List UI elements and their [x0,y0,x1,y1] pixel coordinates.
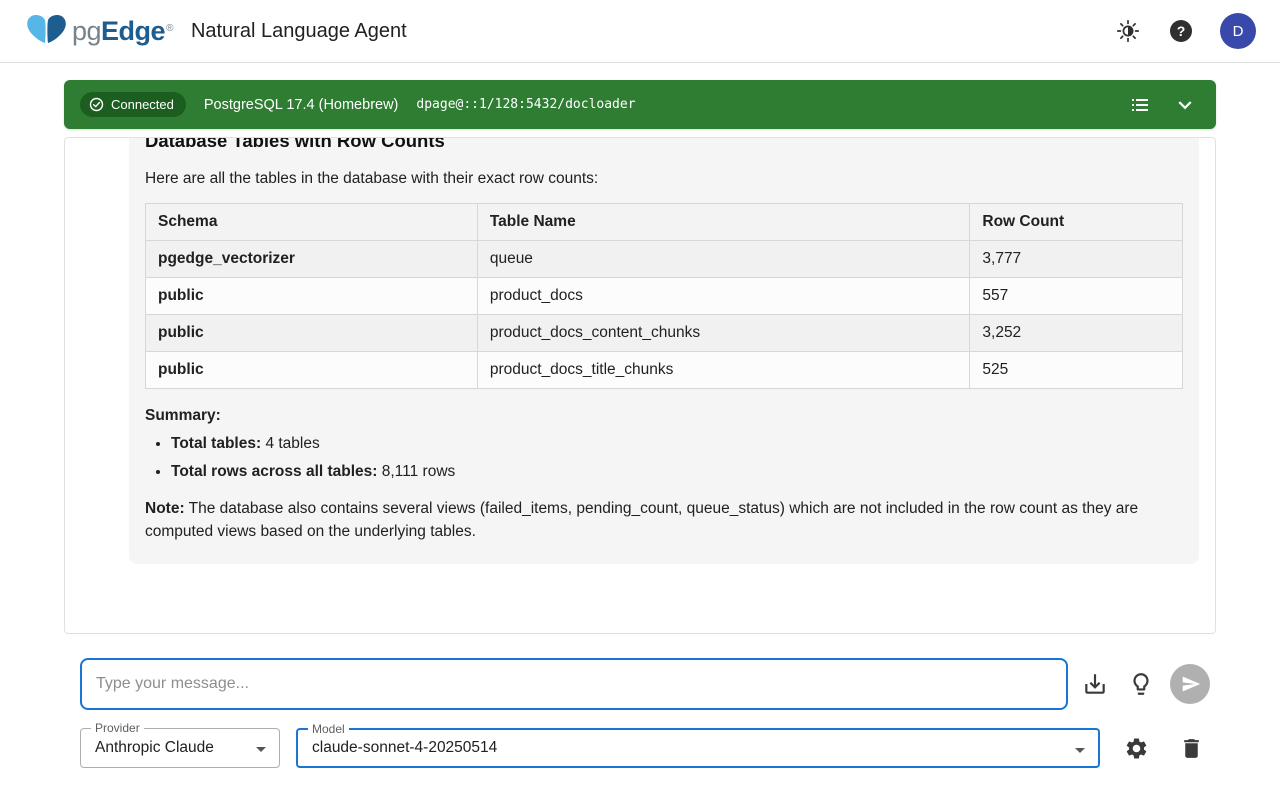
model-select-value: claude-sonnet-4-20250514 [312,739,497,757]
send-button[interactable] [1170,664,1210,704]
pgedge-logo: pgEdge® [24,12,173,50]
cell-schema: public [146,352,478,389]
cell-schema: pgedge_vectorizer [146,241,478,278]
bullet-text: 8,111 rows [377,463,455,480]
download-button[interactable] [1080,669,1110,699]
list-icon [1128,93,1152,117]
model-select-label: Model [308,722,349,736]
provider-select-value: Anthropic Claude [95,739,214,757]
column-header-schema: Schema [146,204,478,241]
table-header-row: Schema Table Name Row Count [146,204,1183,241]
chat-scroll-area[interactable]: Database Tables with Row Counts Here are… [64,137,1216,634]
pgedge-wordmark: pgEdge® [72,16,173,47]
message-intro: Here are all the tables in the database … [145,170,1183,188]
connection-status-label: Connected [111,97,174,112]
help-button[interactable]: ? [1168,18,1194,44]
cell-row-count: 3,777 [970,241,1183,278]
clear-chat-button[interactable] [1177,734,1206,763]
model-select[interactable]: Model claude-sonnet-4-20250514 [296,728,1100,768]
summary-heading: Summary: [145,407,1183,425]
db-tables-table: Schema Table Name Row Count pgedge_vecto… [145,203,1183,389]
cell-row-count: 525 [970,352,1183,389]
cell-row-count: 557 [970,278,1183,315]
connection-bar-actions [1126,90,1200,120]
provider-select[interactable]: Provider Anthropic Claude [80,728,280,768]
bullet-label: Total rows across all tables: [171,463,377,480]
lightbulb-icon [1128,671,1154,697]
connection-list-button[interactable] [1126,91,1154,119]
app-header: pgEdge® Natural Language Agent [0,0,1280,63]
cell-table-name: product_docs_title_chunks [477,352,970,389]
check-circle-icon [89,97,104,112]
caret-down-icon [1068,738,1092,762]
provider-select-label: Provider [91,721,144,735]
connection-string: dpage@::1/128:5432/docloader [416,97,635,112]
column-header-row-count: Row Count [970,204,1183,241]
connection-expand-button[interactable] [1170,90,1200,120]
cell-table-name: product_docs_content_chunks [477,315,970,352]
connection-bar: Connected PostgreSQL 17.4 (Homebrew) dpa… [64,80,1216,129]
chevron-down-icon [1172,92,1198,118]
cell-table-name: queue [477,241,970,278]
cell-schema: public [146,315,478,352]
connection-status-badge: Connected [80,92,186,117]
cell-row-count: 3,252 [970,315,1183,352]
pgedge-logo-icon [24,12,70,50]
download-icon [1082,671,1108,697]
main-column: Connected PostgreSQL 17.4 (Homebrew) dpa… [64,80,1216,768]
summary-list: Total tables: 4 tables Total rows across… [145,435,1183,481]
assistant-message: Database Tables with Row Counts Here are… [129,137,1199,564]
help-icon: ? [1170,20,1192,42]
prompt-ideas-button[interactable] [1126,669,1156,699]
note-label: Note: [145,500,185,517]
cell-table-name: product_docs [477,278,970,315]
bullet-text: 4 tables [261,435,320,452]
theme-toggle-icon [1116,19,1140,43]
trash-icon [1179,736,1204,761]
list-item: Total tables: 4 tables [171,435,1183,453]
message-input[interactable] [80,658,1068,710]
composer-row [64,658,1216,710]
send-icon [1181,674,1201,694]
theme-toggle-button[interactable] [1114,17,1142,45]
page-title: Natural Language Agent [191,20,407,43]
caret-down-icon [249,737,273,761]
table-row: public product_docs_title_chunks 525 [146,352,1183,389]
note-text: The database also contains several views… [145,500,1138,540]
note-paragraph: Note: The database also contains several… [145,497,1183,544]
message-heading: Database Tables with Row Counts [145,137,1183,152]
list-item: Total rows across all tables: 8,111 rows [171,463,1183,481]
server-version-label: PostgreSQL 17.4 (Homebrew) [204,97,399,113]
table-row: public product_docs_content_chunks 3,252 [146,315,1183,352]
user-avatar[interactable]: D [1220,13,1256,49]
model-settings-row: Provider Anthropic Claude Model claude-s… [64,728,1216,768]
gear-icon [1124,736,1149,761]
header-actions: ? D [1114,13,1256,49]
cell-schema: public [146,278,478,315]
settings-button[interactable] [1122,734,1151,763]
table-row: public product_docs 557 [146,278,1183,315]
table-row: pgedge_vectorizer queue 3,777 [146,241,1183,278]
column-header-table-name: Table Name [477,204,970,241]
bullet-label: Total tables: [171,435,261,452]
